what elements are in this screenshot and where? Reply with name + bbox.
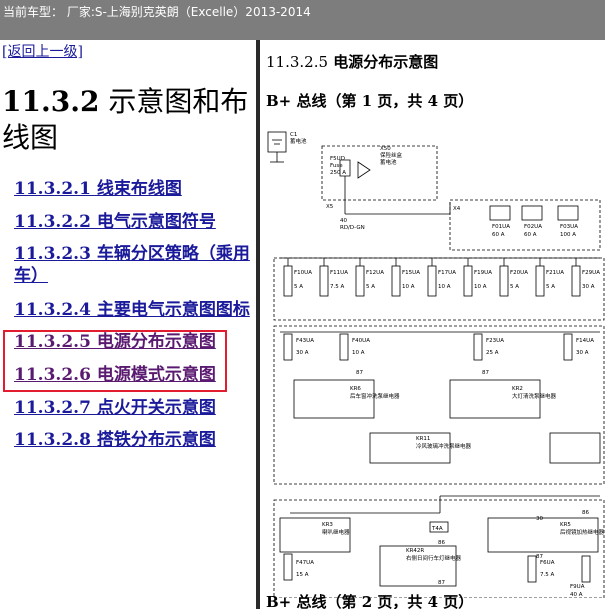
terminal-86-b: 86 xyxy=(582,510,589,516)
doc-heading: 11.3.2.5 电源分布示意图 xyxy=(266,51,438,72)
relay-kr3-desc: 喇叭继电器 xyxy=(322,528,350,536)
fuse-f23ua-amp: 25 A xyxy=(486,350,499,356)
fuse-f15ua: F15UA xyxy=(402,270,420,276)
fuse-row-2-labels: F10UA 5 A F11UA 7.5 A F12UA 5 A F15UA 10… xyxy=(294,270,600,290)
fuse-f12ua: F12UA xyxy=(366,270,384,276)
fuse-f20ua-amp: 5 A xyxy=(510,284,519,290)
fuse-f11ua-amp: 7.5 A xyxy=(330,284,344,290)
fuse-f03ua: F03UA xyxy=(560,224,578,230)
fuse-f17ua: F17UA xyxy=(438,270,456,276)
fuse-f19ua: F19UA xyxy=(474,270,492,276)
page1-label: B+ 总线（第 1 页，共 4 页） xyxy=(266,92,474,110)
fuse-f6ua: F6UA xyxy=(540,560,555,566)
fuse-box-row3 xyxy=(273,325,605,485)
highlight-box xyxy=(3,330,227,392)
fuse-f23ua: F23UA xyxy=(486,338,504,344)
relay-kr6-desc: 后车窗冲洗泵继电器 xyxy=(350,392,400,400)
fuse-f02ua: F02UA xyxy=(524,224,542,230)
fuse-f01ua: F01UA xyxy=(492,224,510,230)
fuse-f02ua-amp: 60 A xyxy=(524,232,537,238)
fuse-f20ua: F20UA xyxy=(510,270,528,276)
label-x5: X5 xyxy=(326,204,334,210)
fuse-f43ua: F43UA xyxy=(296,338,314,344)
label-f5ud: F5UD Fuse 250 A xyxy=(330,156,346,176)
toc-item-schematic-icons[interactable]: 11.3.2.4 主要电气示意图图标 xyxy=(14,299,256,321)
fuse-f29ua-amp: 30 A xyxy=(582,284,595,290)
fuse-f29ua: F29UA xyxy=(582,270,600,276)
fuse-f9ua: F9UA xyxy=(570,584,585,590)
toc-pane[interactable]: [返回上一级] 11.3.2 示意图和布线图 11.3.2.1 线束布线图 11… xyxy=(0,40,256,609)
label-x4: X4 xyxy=(453,206,461,212)
fuse-f43ua-amp: 30 A xyxy=(296,350,309,356)
fuse-f03ua-amp: 100 A xyxy=(560,232,576,238)
toc-item-vehicle-zones[interactable]: 11.3.2.3 车辆分区策略（乘用车） xyxy=(0,243,252,287)
terminal-87-c: 87 xyxy=(438,580,445,586)
fuse-f01ua-amp: 60 A xyxy=(492,232,505,238)
relay-kr5-name: KR5 xyxy=(560,522,571,528)
power-distribution-diagram: C1 蓄电池 X50 保险丝盒蓄电池 F5UD Fuse 250 A X5 40 RD/D… xyxy=(267,131,605,598)
back-link[interactable]: [返回上一级] xyxy=(2,41,83,61)
label-battery: C1 蓄电池 xyxy=(290,132,307,145)
battery-symbol xyxy=(267,131,287,153)
terminal-86-a: 86 xyxy=(438,540,445,546)
fuse-f10ua-amp: 5 A xyxy=(294,284,303,290)
toc-item-ignition-switch[interactable]: 11.3.2.7 点火开关示意图 xyxy=(14,397,256,419)
relay-kr2-desc: 大灯清洗泵继电器 xyxy=(512,392,557,400)
fuse-f6ua-amp: 7.5 A xyxy=(540,572,554,578)
fuse-f14ua: F14UA xyxy=(576,338,594,344)
toc-item-wiring-harness[interactable]: 11.3.2.1 线束布线图 xyxy=(14,178,256,200)
fuse-f47ua-amp: 15 A xyxy=(296,572,309,578)
terminal-87-b: 87 xyxy=(482,370,489,376)
vehicle-label: 当前车型： 厂家:S-上海别克英朗（Excelle）2013-2014 xyxy=(3,5,311,19)
toc-item-schematic-symbols[interactable]: 11.3.2.2 电气示意图符号 xyxy=(14,211,256,233)
label-wire: 40 RD/D-GN xyxy=(340,218,365,231)
fuse-f12ua-amp: 5 A xyxy=(366,284,375,290)
fuse-f17ua-amp: 10 A xyxy=(438,284,451,290)
relay-kr42r-desc: 右侧日间行车灯继电器 xyxy=(406,554,462,562)
relay-kr12 xyxy=(549,432,601,464)
relay-kr3-name: KR3 xyxy=(322,522,333,528)
fuse-f19ua-amp: 10 A xyxy=(474,284,487,290)
section-number: 11.3.2 xyxy=(2,85,100,118)
label-x50: X50 保险丝盒蓄电池 xyxy=(380,146,403,166)
relay-kr42r-name: KR42R xyxy=(406,548,424,554)
toc-item-ground-distribution[interactable]: 11.3.2.8 搭铁分布示意图 xyxy=(14,429,256,451)
page2-label: B+ 总线（第 2 页，共 4 页） xyxy=(266,593,474,609)
terminal-30: 30 xyxy=(536,516,543,522)
fuse-f40ua-amp: 10 A xyxy=(352,350,365,356)
fuse-f14ua-amp: 30 A xyxy=(576,350,589,356)
section-title: 11.3.2 示意图和布线图 xyxy=(2,84,254,156)
fuse-f10ua: F10UA xyxy=(294,270,312,276)
relay-kr5-desc: 后视镜加热继电器 xyxy=(560,528,605,536)
relay-kr6-name: KR6 xyxy=(350,386,361,392)
fuse-f21ua-amp: 5 A xyxy=(546,284,555,290)
fuse-f47ua: F47UA xyxy=(296,560,314,566)
fuse-f40ua: F40UA xyxy=(352,338,370,344)
relay-kr2-name: KR2 xyxy=(512,386,523,392)
relay-kr11-desc: 冷风玻璃冲洗泵继电器 xyxy=(416,442,472,450)
fuse-f9ua-amp: 40 A xyxy=(570,592,583,598)
vehicle-header: 当前车型： 厂家:S-上海别克英朗（Excelle）2013-2014 xyxy=(0,0,605,40)
fuse-f11ua: F11UA xyxy=(330,270,348,276)
terminal-87-a: 87 xyxy=(356,370,363,376)
fuse-f21ua: F21UA xyxy=(546,270,564,276)
relay-kr11-name: KR11 xyxy=(416,436,430,442)
label-t4a: T4A xyxy=(431,526,443,532)
fuse-f15ua-amp: 10 A xyxy=(402,284,415,290)
doc-heading-title: 电源分布示意图 xyxy=(328,53,439,71)
content-pane: 11.3.2.5 电源分布示意图 B+ 总线（第 1 页，共 4 页） C1 蓄… xyxy=(260,40,605,609)
doc-heading-number: 11.3.2.5 xyxy=(266,53,329,71)
